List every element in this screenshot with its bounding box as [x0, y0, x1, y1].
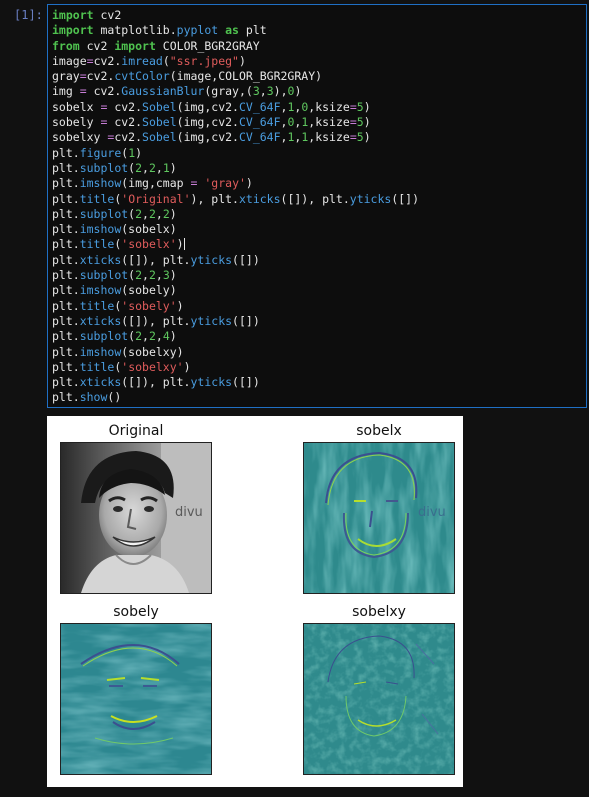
code-line[interactable]: sobelxy =cv2.Sobel(img,cv2.CV_64F,1,1,ks… [52, 130, 419, 145]
code-line[interactable]: plt.subplot(2,2,4) [52, 329, 419, 344]
code-line[interactable]: image=cv2.imread("ssr.jpeg") [52, 54, 419, 69]
code-line[interactable]: plt.imshow(sobelxy) [52, 345, 419, 360]
code-line[interactable]: plt.show() [52, 390, 419, 405]
code-line[interactable]: sobelx = cv2.Sobel(img,cv2.CV_64F,1,0,ks… [52, 100, 419, 115]
cell-prompt: [1]: [14, 8, 43, 22]
code-line[interactable]: plt.imshow(sobelx) [52, 222, 419, 237]
code-line[interactable]: plt.subplot(2,2,2) [52, 207, 419, 222]
code-line[interactable]: sobely = cv2.Sobel(img,cv2.CV_64F,0,1,ks… [52, 115, 419, 130]
code-line[interactable]: import matplotlib.pyplot as plt [52, 23, 419, 38]
code-line[interactable]: plt.imshow(sobely) [52, 283, 419, 298]
code-text[interactable]: import cv2 import matplotlib.pyplot as pl… [52, 8, 419, 406]
code-line[interactable]: img = cv2.GaussianBlur(gray,(3,3),0) [52, 84, 419, 99]
subplot-title-sobelx: sobelx [356, 423, 402, 439]
subplot-title-sobelxy: sobelxy [352, 604, 406, 620]
text-cursor [183, 238, 185, 251]
sobelx-watermark: divu [418, 505, 446, 520]
code-line[interactable]: plt.imshow(img,cmap = 'gray') [52, 176, 419, 191]
code-line[interactable]: plt.title('sobelxy') [52, 360, 419, 375]
subplot-sobely-image [60, 623, 212, 775]
code-line[interactable]: plt.subplot(2,2,1) [52, 161, 419, 176]
subplot-title-sobely: sobely [113, 604, 159, 620]
code-line[interactable]: import cv2 [52, 8, 419, 23]
code-line[interactable]: plt.xticks([]), plt.yticks([]) [52, 375, 419, 390]
code-cell-editor[interactable]: import cv2 import matplotlib.pyplot as pl… [47, 4, 587, 408]
code-line[interactable]: plt.subplot(2,2,3) [52, 268, 419, 283]
code-line[interactable]: gray=cv2.cvtColor(image,COLOR_BGR2GRAY) [52, 69, 419, 84]
subplot-title-original: Original [108, 423, 164, 439]
code-line[interactable]: plt.title('sobelx') [52, 237, 419, 252]
subplot-original-image: divu [60, 442, 212, 594]
code-line[interactable]: plt.xticks([]), plt.yticks([]) [52, 253, 419, 268]
subplot-sobelx-image: divu [303, 442, 455, 594]
code-line[interactable]: plt.figure(1) [52, 146, 419, 161]
code-line[interactable]: from cv2 import COLOR_BGR2GRAY [52, 39, 419, 54]
watermark-text: divu [175, 505, 203, 520]
subplot-sobelxy-image [303, 623, 455, 775]
code-line[interactable]: plt.xticks([]), plt.yticks([]) [52, 314, 419, 329]
code-line[interactable]: plt.title('Original'), plt.xticks([]), p… [52, 192, 419, 207]
code-line[interactable]: plt.title('sobely') [52, 299, 419, 314]
plot-output: Original divu sobelx divu sobely sobelxy [47, 416, 463, 787]
